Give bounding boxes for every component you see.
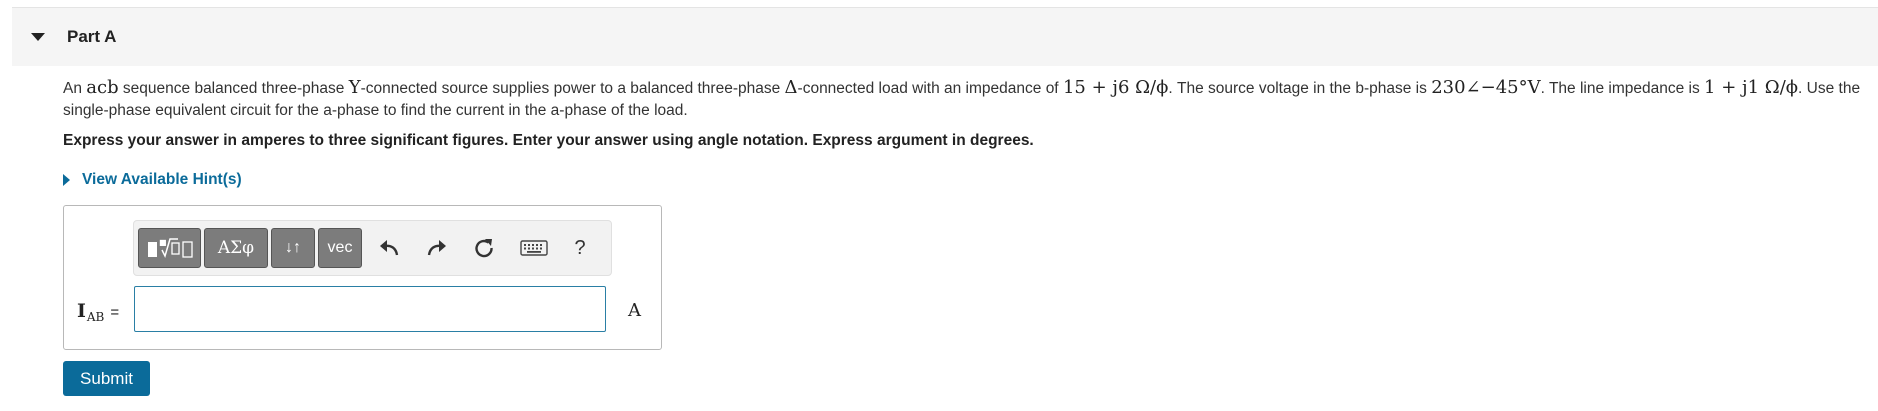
problem-text: . The source voltage in the b-phase is <box>1168 80 1432 97</box>
problem-text: . The line impedance is <box>1540 80 1705 97</box>
svg-text:■: ■ <box>159 238 167 247</box>
caret-right-icon <box>63 174 70 186</box>
variable-symbol: I <box>77 300 86 322</box>
vector-button[interactable]: vec <box>318 228 362 268</box>
collapse-caret-icon[interactable] <box>31 33 45 41</box>
answer-variable-label: I AB = <box>77 300 120 324</box>
templates-button[interactable]: ■ <box>138 228 201 268</box>
undo-button[interactable] <box>375 234 403 262</box>
keyboard-button[interactable] <box>518 234 550 262</box>
equals-sign: = <box>110 304 120 321</box>
problem-statement: An acb sequence balanced three-phase Y-c… <box>63 77 1873 122</box>
hint-label[interactable]: View Available Hint(s) <box>82 171 242 189</box>
problem-text: -connected source supplies power to a ba… <box>360 80 785 97</box>
redo-button[interactable] <box>423 234 451 262</box>
part-header[interactable]: Part A <box>12 7 1878 66</box>
math-load-impedance: 15 + j6 Ω/ϕ <box>1062 77 1169 98</box>
math-source-voltage: 230∠−45°V <box>1431 77 1541 98</box>
submit-button[interactable]: Submit <box>63 361 150 396</box>
part-title: Part A <box>67 27 117 46</box>
reset-button[interactable] <box>470 234 498 262</box>
math-line-impedance: 1 + j1 Ω/ϕ <box>1704 77 1799 98</box>
answer-instructions: Express your answer in amperes to three … <box>63 132 1034 149</box>
problem-text: An <box>63 80 87 97</box>
reset-icon <box>475 239 493 258</box>
view-hints-link[interactable]: View Available Hint(s) <box>63 171 242 189</box>
math-sequence: acb <box>86 77 119 98</box>
answer-input[interactable] <box>134 286 606 332</box>
templates-icon: ■ <box>147 238 193 259</box>
redo-icon <box>427 240 446 256</box>
problem-text: sequence balanced three-phase <box>118 80 349 97</box>
subscript-superscript-button[interactable]: ↓↑ <box>271 228 315 268</box>
help-button[interactable]: ? <box>566 234 594 262</box>
unit-label: A <box>628 300 641 321</box>
variable-subscript: AB <box>86 310 105 324</box>
problem-text: -connected load with an impedance of <box>797 80 1063 97</box>
keyboard-icon <box>520 240 548 256</box>
greek-symbols-button[interactable]: ΑΣφ <box>204 228 268 268</box>
undo-icon <box>380 240 399 256</box>
answer-box: ■ ΑΣφ ↓↑ vec ? I AB = A <box>63 205 662 350</box>
math-load-connection: Δ <box>784 77 798 98</box>
math-source-connection: Y <box>348 77 361 98</box>
math-toolbar: ■ ΑΣφ ↓↑ vec ? <box>133 220 612 276</box>
